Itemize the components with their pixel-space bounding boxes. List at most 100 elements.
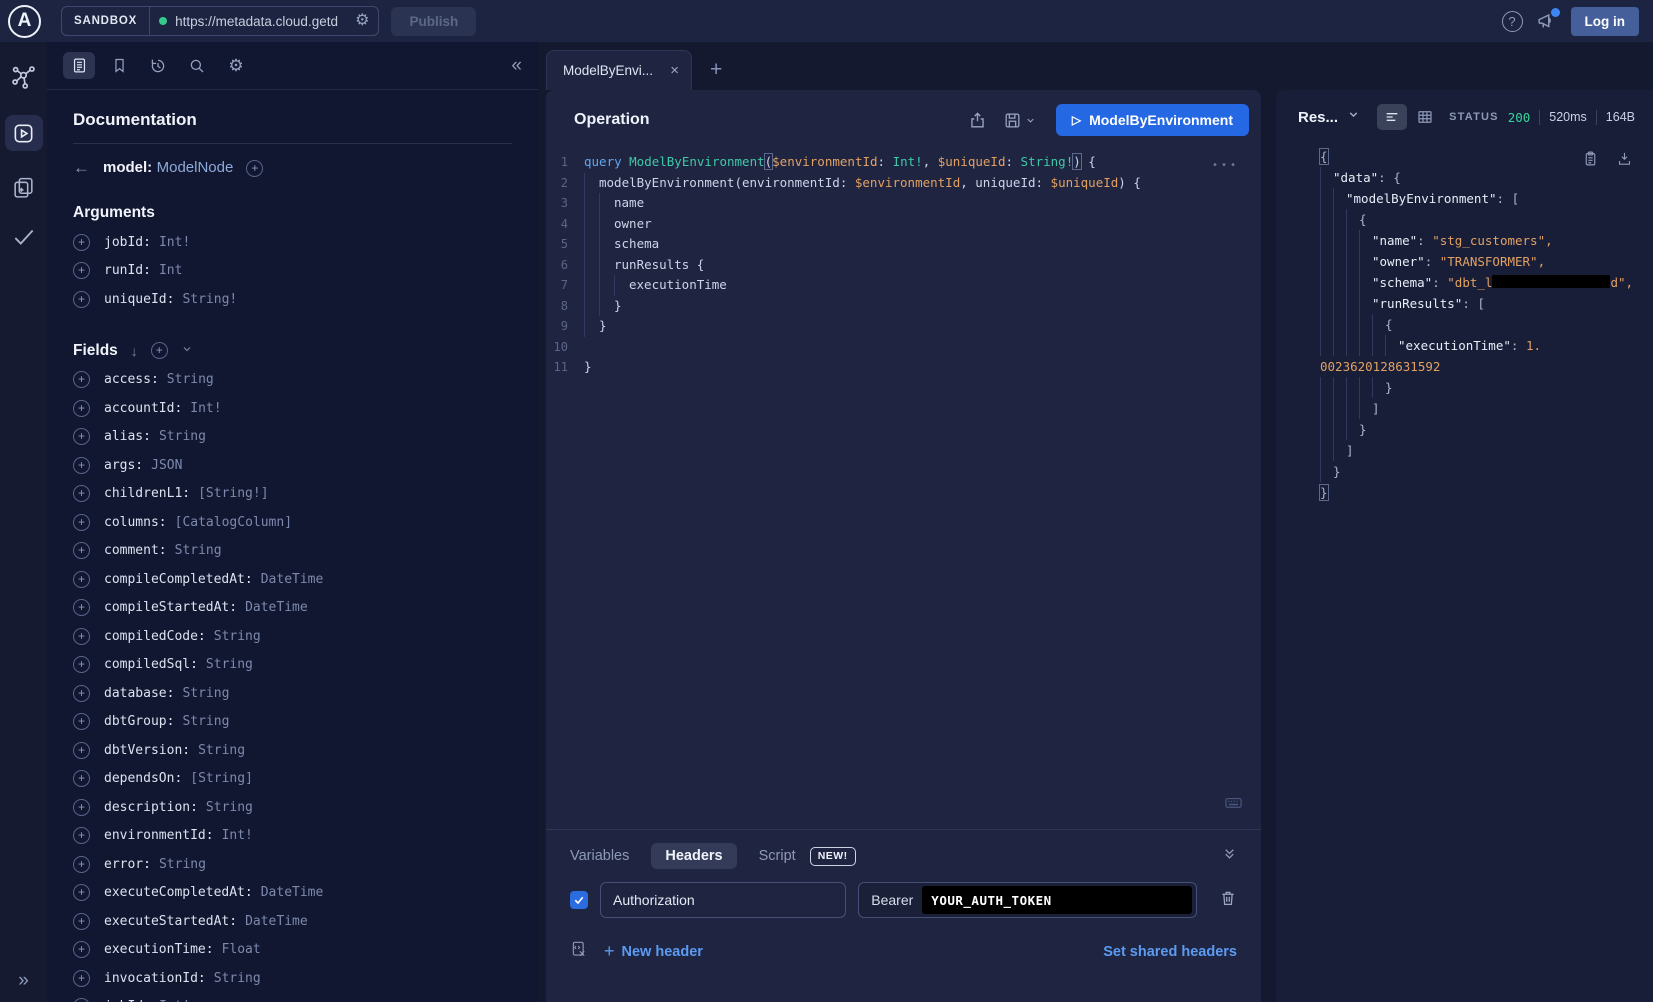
collapse-docs-icon[interactable]: «	[511, 55, 522, 77]
field-item[interactable]: jobId:Int!	[73, 993, 512, 1002]
field-item[interactable]: dbtVersion:String	[73, 736, 512, 765]
sort-icon[interactable]: ↓	[131, 343, 138, 359]
field-item[interactable]: compiledCode:String	[73, 622, 512, 651]
field-item[interactable]: executeCompletedAt:DateTime	[73, 879, 512, 908]
login-button[interactable]: Log in	[1571, 7, 1640, 36]
docs-tab-icon[interactable]	[63, 52, 95, 79]
add-all-fields-icon[interactable]	[246, 160, 263, 177]
add-field-icon[interactable]	[73, 799, 90, 816]
add-field-icon[interactable]	[73, 884, 90, 901]
publish-button[interactable]: Publish	[391, 7, 476, 36]
tab-script[interactable]: Script	[759, 848, 796, 864]
graphql-editor[interactable]: 1query ModelByEnvironment($environmentId…	[546, 144, 1261, 829]
table-view-toggle[interactable]	[1416, 108, 1434, 126]
checklist-icon[interactable]	[11, 224, 37, 250]
field-item[interactable]: args:JSON	[73, 451, 512, 480]
add-field-icon[interactable]	[73, 628, 90, 645]
field-item[interactable]: dependsOn:[String]	[73, 765, 512, 794]
save-icon[interactable]	[1003, 111, 1036, 130]
field-item[interactable]: compileStartedAt:DateTime	[73, 594, 512, 623]
new-tab-icon[interactable]: +	[710, 58, 722, 90]
add-field-icon[interactable]	[73, 685, 90, 702]
header-enabled-checkbox[interactable]	[570, 891, 588, 909]
settings-icon[interactable]: ⚙	[221, 52, 251, 79]
add-field-icon[interactable]	[73, 713, 90, 730]
field-item[interactable]: jobId:Int!	[73, 228, 512, 257]
field-item[interactable]: uniqueId:String!	[73, 285, 512, 314]
field-item[interactable]: executeStartedAt:DateTime	[73, 907, 512, 936]
field-item[interactable]: environmentId:Int!	[73, 822, 512, 851]
field-item[interactable]: error:String	[73, 850, 512, 879]
field-item[interactable]: dbtGroup:String	[73, 708, 512, 737]
field-item[interactable]: invocationId:String	[73, 964, 512, 993]
download-response-icon[interactable]	[1616, 150, 1633, 170]
add-field-icon[interactable]	[73, 970, 90, 987]
field-item[interactable]: database:String	[73, 679, 512, 708]
explorer-nav-active[interactable]	[5, 115, 43, 151]
breadcrumb-type[interactable]: ModelNode	[157, 159, 234, 176]
tab-headers[interactable]: Headers	[651, 843, 736, 869]
field-item[interactable]: comment:String	[73, 537, 512, 566]
tab-variables[interactable]: Variables	[570, 848, 629, 864]
help-icon[interactable]: ?	[1502, 11, 1523, 32]
add-field-icon[interactable]	[73, 485, 90, 502]
add-field-icon[interactable]	[73, 457, 90, 474]
endpoint-url-input[interactable]	[175, 14, 347, 29]
endpoint-settings-icon[interactable]: ⚙	[355, 13, 369, 29]
collections-icon[interactable]	[11, 175, 36, 200]
add-field-icon[interactable]	[73, 827, 90, 844]
field-item[interactable]: executionTime:Float	[73, 936, 512, 965]
add-field-icon[interactable]	[73, 656, 90, 673]
add-field-icon[interactable]	[73, 400, 90, 417]
expand-rail-icon[interactable]: »	[18, 970, 29, 992]
header-key-input[interactable]	[600, 882, 846, 918]
add-field-icon[interactable]	[73, 514, 90, 531]
bookmarks-icon[interactable]	[104, 52, 134, 79]
delete-header-icon[interactable]	[1219, 889, 1237, 912]
field-item[interactable]: description:String	[73, 793, 512, 822]
field-item[interactable]: access:String	[73, 366, 512, 395]
share-icon[interactable]	[968, 111, 987, 130]
history-icon[interactable]	[143, 52, 173, 79]
search-icon[interactable]	[182, 52, 212, 79]
add-field-icon[interactable]	[73, 542, 90, 559]
field-item[interactable]: alias:String	[73, 423, 512, 452]
add-field-icon[interactable]	[73, 856, 90, 873]
field-item[interactable]: childrenL1:[String!]	[73, 480, 512, 509]
add-field-icon[interactable]	[73, 599, 90, 616]
chevron-down-icon[interactable]	[181, 342, 193, 360]
field-item[interactable]: columns:[CatalogColumn]	[73, 508, 512, 537]
add-field-icon[interactable]	[73, 998, 90, 1002]
add-field-icon[interactable]	[73, 742, 90, 759]
code-file-icon[interactable]	[570, 940, 588, 963]
add-field-icon[interactable]	[73, 428, 90, 445]
response-dropdown[interactable]: Res...	[1298, 109, 1338, 126]
copy-response-icon[interactable]	[1582, 150, 1599, 170]
add-field-icon[interactable]	[73, 913, 90, 930]
response-chevron-icon[interactable]	[1347, 108, 1360, 126]
header-value-input[interactable]: Bearer YOUR_AUTH_TOKEN	[858, 882, 1197, 918]
add-fields-icon[interactable]	[151, 342, 168, 359]
add-field-icon[interactable]	[73, 291, 90, 308]
raw-view-toggle[interactable]	[1377, 104, 1407, 130]
add-field-icon[interactable]	[73, 262, 90, 279]
set-shared-headers-link[interactable]: Set shared headers	[1103, 944, 1237, 960]
keyboard-shortcuts-icon[interactable]	[1224, 793, 1243, 815]
field-item[interactable]: compiledSql:String	[73, 651, 512, 680]
add-field-icon[interactable]	[73, 941, 90, 958]
add-field-icon[interactable]	[73, 770, 90, 787]
operation-tab[interactable]: ModelByEnvi... ×	[546, 50, 692, 90]
field-item[interactable]: compileCompletedAt:DateTime	[73, 565, 512, 594]
operation-more-icon[interactable]: •••	[1212, 160, 1239, 171]
add-field-icon[interactable]	[73, 234, 90, 251]
announcements-icon[interactable]	[1535, 10, 1559, 32]
add-field-icon[interactable]	[73, 371, 90, 388]
auth-token-value[interactable]: YOUR_AUTH_TOKEN	[922, 886, 1192, 914]
field-item[interactable]: accountId:Int!	[73, 394, 512, 423]
new-header-button[interactable]: + New header	[604, 941, 703, 962]
collapse-section-icon[interactable]	[1222, 846, 1237, 866]
add-field-icon[interactable]	[73, 571, 90, 588]
close-tab-icon[interactable]: ×	[670, 62, 679, 79]
back-arrow-icon[interactable]: ←	[73, 158, 90, 178]
run-operation-button[interactable]: ▷ ModelByEnvironment	[1056, 104, 1249, 136]
